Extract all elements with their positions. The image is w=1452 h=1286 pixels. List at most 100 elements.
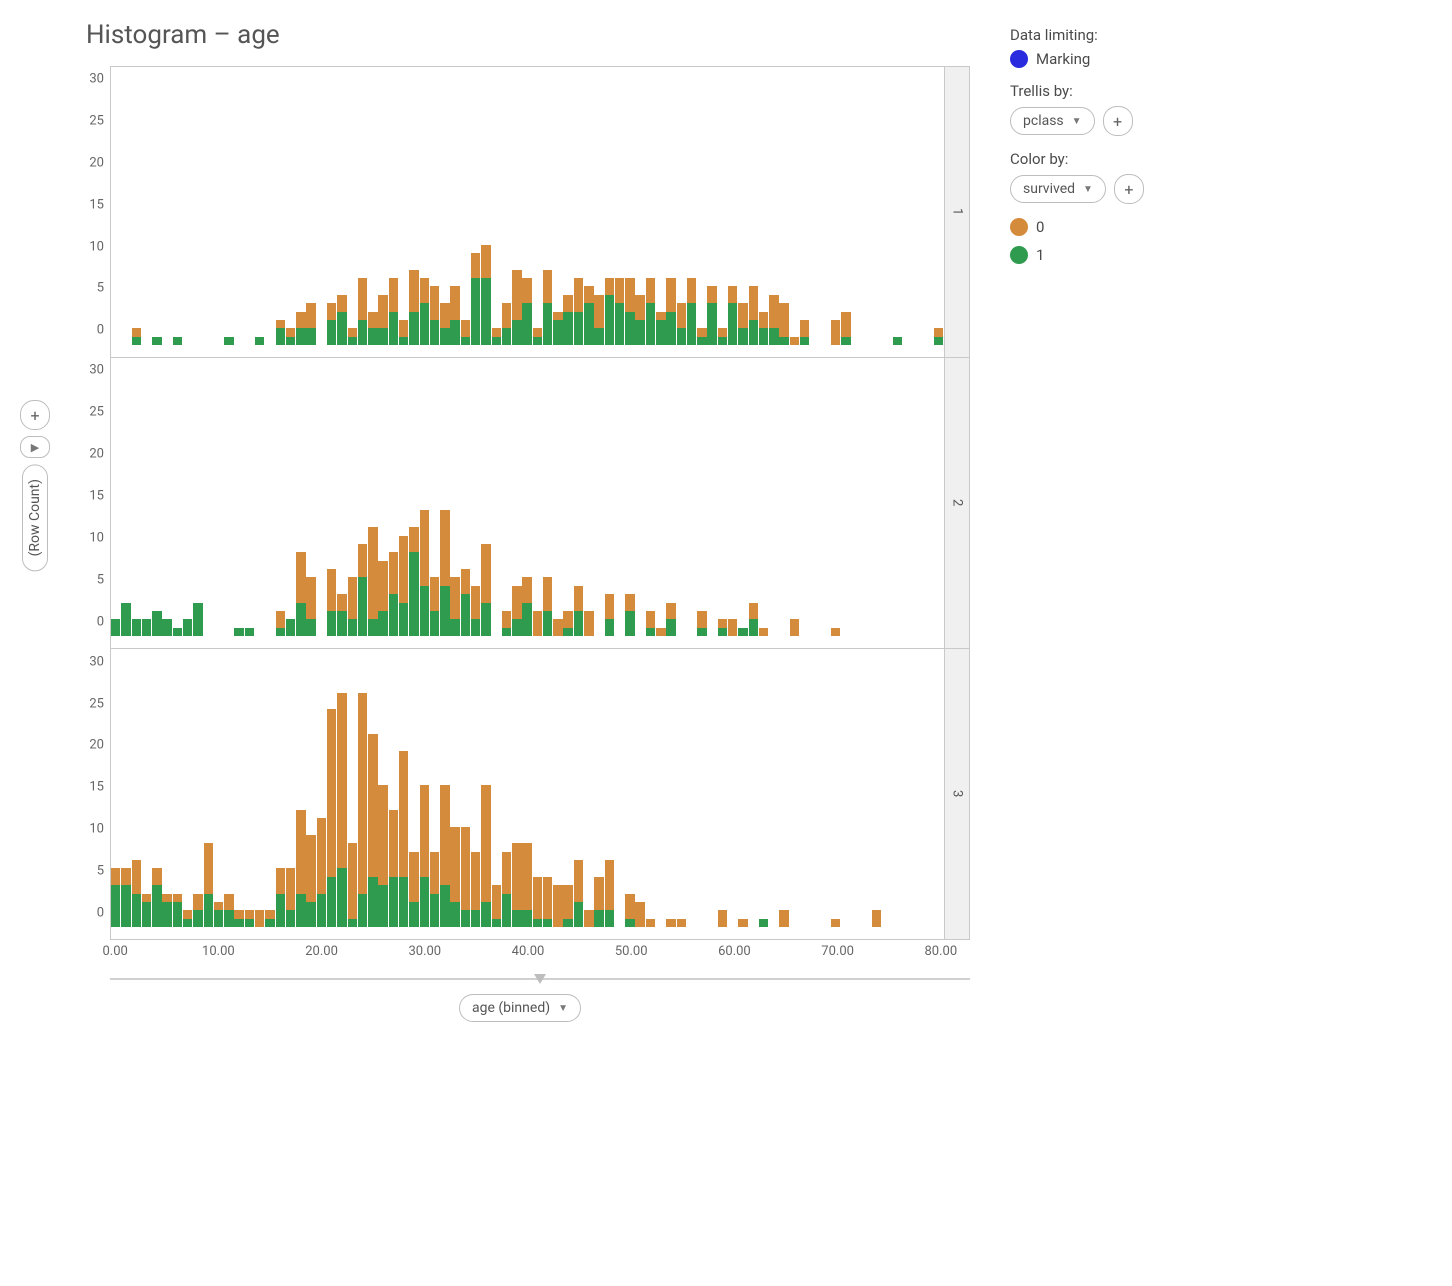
histogram-bar[interactable] (399, 320, 408, 345)
histogram-bar[interactable] (831, 919, 840, 927)
histogram-bar[interactable] (440, 303, 449, 345)
histogram-bar[interactable] (111, 868, 120, 927)
histogram-bar[interactable] (625, 594, 634, 636)
histogram-bar[interactable] (553, 885, 562, 927)
histogram-bar[interactable] (800, 320, 809, 345)
histogram-bar[interactable] (420, 278, 429, 345)
histogram-bar[interactable] (831, 320, 840, 345)
histogram-bar[interactable] (759, 312, 768, 346)
histogram-bar[interactable] (625, 278, 634, 345)
histogram-bar[interactable] (790, 337, 799, 345)
histogram-bar[interactable] (409, 270, 418, 345)
histogram-bar[interactable] (255, 910, 264, 927)
histogram-bar[interactable] (327, 709, 336, 927)
histogram-bar[interactable] (759, 919, 768, 927)
histogram-bar[interactable] (368, 527, 377, 636)
histogram-bar[interactable] (440, 510, 449, 636)
histogram-bar[interactable] (348, 577, 357, 636)
histogram-bar[interactable] (646, 278, 655, 345)
histogram-bar[interactable] (615, 278, 624, 345)
histogram-bar[interactable] (337, 295, 346, 345)
histogram-bar[interactable] (666, 603, 675, 637)
histogram-bar[interactable] (471, 586, 480, 636)
histogram-bar[interactable] (245, 910, 254, 927)
histogram-bar[interactable] (512, 586, 521, 636)
histogram-bar[interactable] (286, 868, 295, 927)
histogram-bar[interactable] (348, 843, 357, 927)
histogram-bar[interactable] (625, 894, 634, 928)
histogram-bar[interactable] (450, 827, 459, 928)
slider-handle-icon[interactable] (533, 972, 547, 986)
histogram-bar[interactable] (522, 843, 531, 927)
histogram-bar[interactable] (132, 619, 141, 636)
yaxis-expand-icon[interactable]: ▶ (20, 436, 50, 458)
histogram-bar[interactable] (666, 919, 675, 927)
histogram-bar[interactable] (594, 295, 603, 345)
histogram-bar[interactable] (543, 577, 552, 636)
histogram-bar[interactable] (728, 619, 737, 636)
histogram-bar[interactable] (584, 910, 593, 927)
histogram-bar[interactable] (327, 569, 336, 636)
histogram-bar[interactable] (697, 611, 706, 636)
histogram-bar[interactable] (358, 544, 367, 636)
histogram-bar[interactable] (512, 270, 521, 345)
histogram-bar[interactable] (934, 328, 943, 345)
chart-panel-2[interactable] (111, 358, 944, 648)
histogram-bar[interactable] (193, 894, 202, 928)
histogram-bar[interactable] (121, 603, 130, 637)
histogram-bar[interactable] (697, 328, 706, 345)
histogram-bar[interactable] (317, 818, 326, 927)
histogram-bar[interactable] (152, 868, 161, 927)
histogram-bar[interactable] (306, 303, 315, 345)
histogram-bar[interactable] (492, 885, 501, 927)
histogram-bar[interactable] (656, 312, 665, 346)
histogram-bar[interactable] (265, 910, 274, 927)
histogram-bar[interactable] (543, 877, 552, 927)
histogram-bar[interactable] (738, 303, 747, 345)
histogram-bar[interactable] (368, 312, 377, 346)
histogram-bar[interactable] (461, 320, 470, 345)
histogram-bar[interactable] (553, 619, 562, 636)
histogram-bar[interactable] (635, 902, 644, 927)
histogram-bar[interactable] (389, 278, 398, 345)
histogram-bar[interactable] (759, 628, 768, 636)
histogram-bar[interactable] (574, 278, 583, 345)
histogram-bar[interactable] (142, 894, 151, 928)
histogram-bar[interactable] (440, 785, 449, 927)
histogram-bar[interactable] (749, 603, 758, 637)
histogram-bar[interactable] (389, 810, 398, 927)
histogram-bar[interactable] (512, 843, 521, 927)
histogram-bar[interactable] (132, 860, 141, 927)
histogram-bar[interactable] (481, 785, 490, 927)
histogram-bar[interactable] (430, 852, 439, 927)
histogram-bar[interactable] (677, 919, 686, 927)
histogram-bar[interactable] (718, 910, 727, 927)
histogram-bar[interactable] (420, 785, 429, 927)
histogram-bar[interactable] (666, 278, 675, 345)
histogram-bar[interactable] (677, 303, 686, 345)
histogram-bar[interactable] (563, 611, 572, 636)
histogram-bar[interactable] (224, 337, 233, 345)
chart-panels[interactable]: 123 (110, 66, 970, 940)
histogram-bar[interactable] (574, 860, 583, 927)
histogram-bar[interactable] (481, 544, 490, 636)
histogram-bar[interactable] (306, 835, 315, 927)
histogram-bar[interactable] (749, 286, 758, 345)
histogram-bar[interactable] (502, 852, 511, 927)
histogram-bar[interactable] (738, 628, 747, 636)
xaxis-selector[interactable]: age (binned) ▼ (459, 994, 581, 1022)
legend-item[interactable]: 1 (1010, 246, 1270, 264)
histogram-bar[interactable] (286, 619, 295, 636)
histogram-bar[interactable] (533, 877, 542, 927)
histogram-bar[interactable] (193, 603, 202, 637)
yaxis-selector[interactable]: (Row Count) (22, 464, 48, 571)
histogram-bar[interactable] (409, 527, 418, 636)
histogram-bar[interactable] (728, 286, 737, 345)
histogram-bar[interactable] (522, 278, 531, 345)
histogram-bar[interactable] (543, 270, 552, 345)
histogram-bar[interactable] (162, 619, 171, 636)
histogram-bar[interactable] (594, 877, 603, 927)
histogram-bar[interactable] (420, 510, 429, 636)
histogram-bar[interactable] (779, 910, 788, 927)
histogram-bar[interactable] (132, 328, 141, 345)
